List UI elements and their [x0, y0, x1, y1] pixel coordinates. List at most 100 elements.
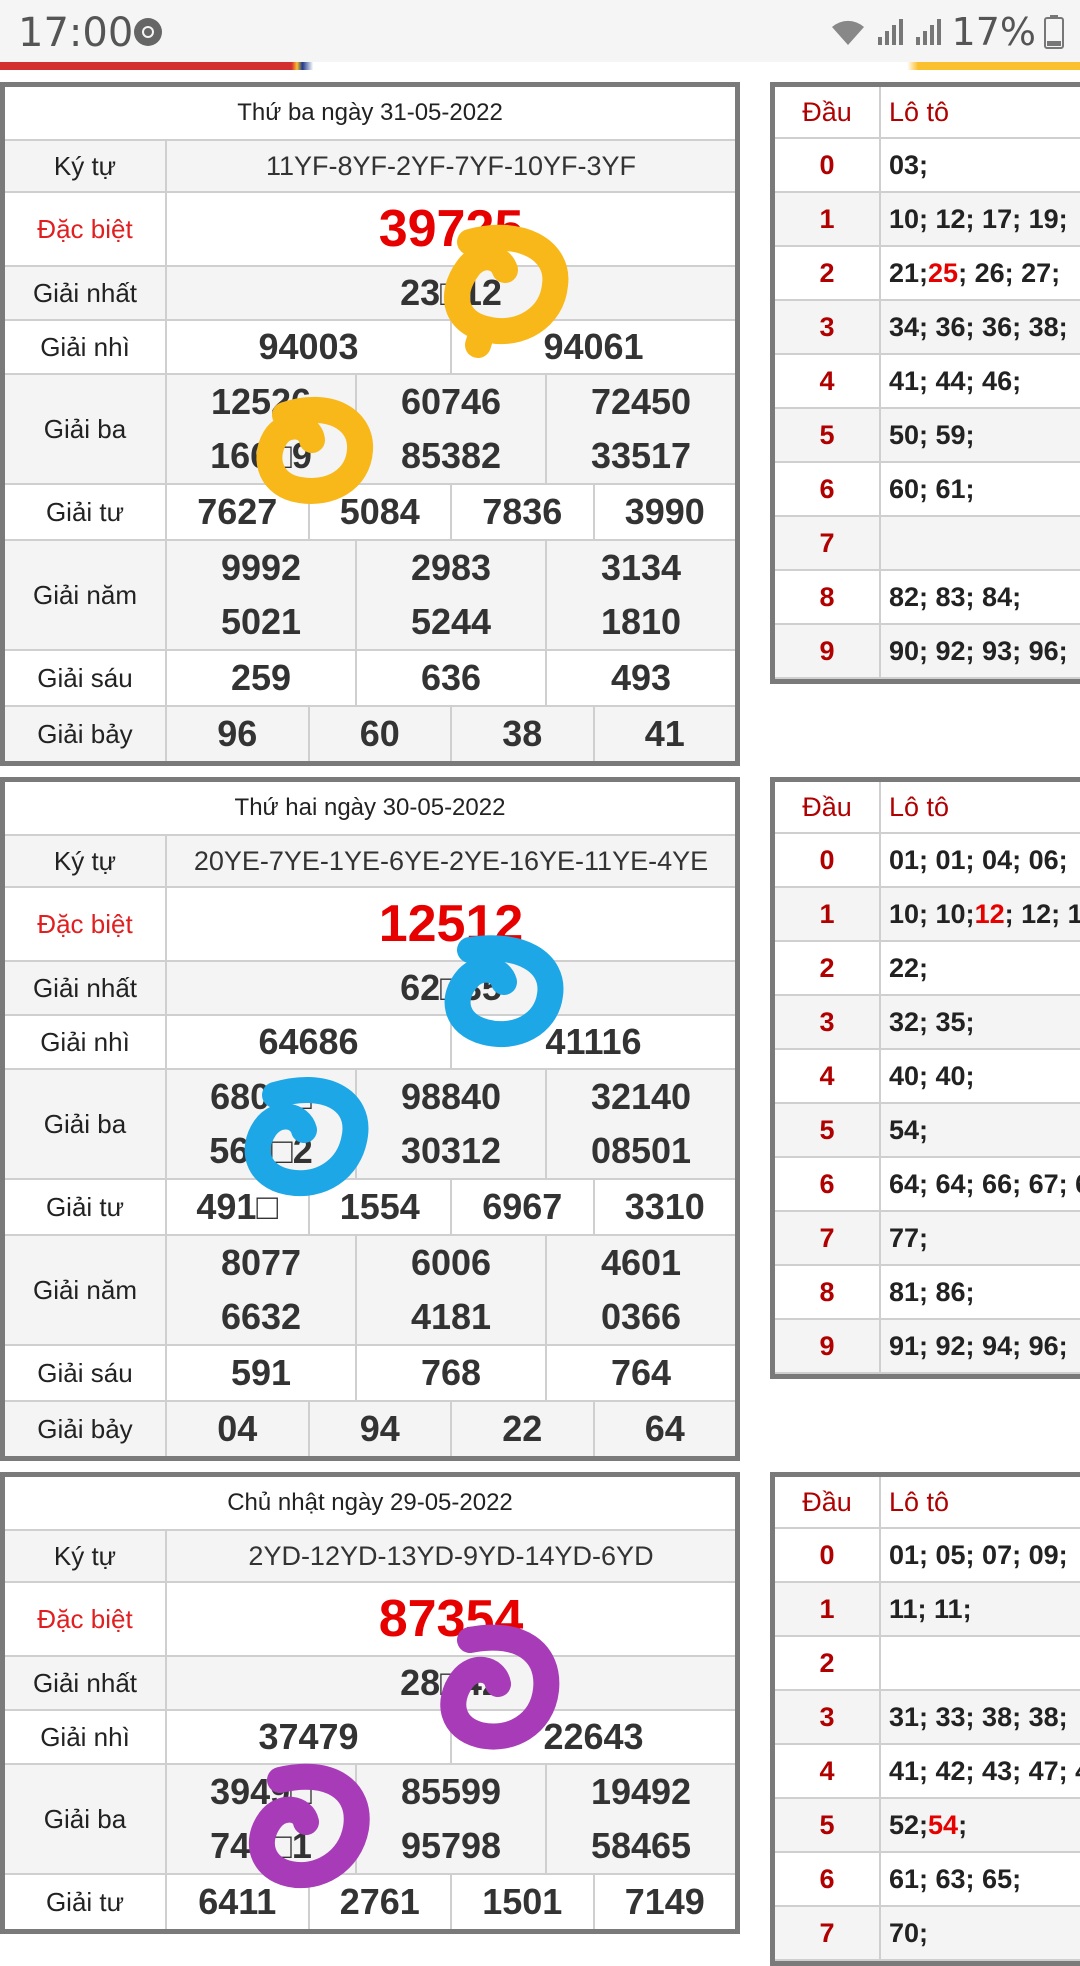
loto-text: 21;	[889, 257, 929, 288]
giai-nam-value: 2983	[357, 541, 547, 595]
label-giai-sau: Giải sáu	[5, 1346, 167, 1400]
loto-row: 8 82; 83; 84;	[775, 571, 1080, 625]
loto-text: 11; 11;	[889, 1593, 972, 1624]
giai-nam-value: 6006	[357, 1236, 547, 1290]
label-dac-biet: Đặc biệt	[5, 1583, 167, 1655]
loto-values: 10; 12; 17; 19;	[881, 193, 1080, 245]
loto-row: 5 50; 59;	[775, 409, 1080, 463]
loto-values: 77;	[881, 1212, 1080, 1264]
giai-nam-value: 5021	[167, 595, 357, 649]
loto-row: 4 40; 40;	[775, 1050, 1080, 1104]
giai-tu-value: 6411	[167, 1875, 310, 1929]
dau-digit: 6	[775, 1853, 881, 1905]
giai-sau-value: 591	[167, 1346, 357, 1400]
loto-values: 61; 63; 65;	[881, 1853, 1080, 1905]
loto-row: 7	[775, 517, 1080, 571]
giai-nhi-value: 94003	[167, 321, 452, 373]
battery-percent: 17%	[951, 10, 1036, 54]
loto-text: 40; 40;	[889, 1060, 975, 1091]
loto-row: 3 34; 36; 36; 38;	[775, 301, 1080, 355]
loto-row: 6 64; 64; 66; 67; 6	[775, 1158, 1080, 1212]
loto-text: 41; 42; 43; 47; 4	[889, 1755, 1080, 1786]
dau-digit: 7	[775, 1212, 881, 1264]
loto-text: 31; 33; 38; 38;	[889, 1701, 1068, 1732]
loto-row: 3 31; 33; 38; 38;	[775, 1691, 1080, 1745]
giai-ba-value: 98840	[357, 1070, 547, 1124]
loto-row: 7 77;	[775, 1212, 1080, 1266]
giai-nhi-value: 64686	[167, 1016, 452, 1068]
giai-sau-value: 764	[610, 1352, 672, 1393]
loto-values: 11; 11;	[881, 1583, 1080, 1635]
giai-nam-value: 4181	[357, 1290, 547, 1344]
label-giai-ba: Giải ba	[5, 1765, 167, 1873]
dau-header: Đầu	[775, 1477, 881, 1527]
giai-sau-value: 768	[357, 1346, 547, 1400]
loto-text: 22;	[889, 952, 929, 983]
loto-row: 0 01; 05; 07; 09;	[775, 1529, 1080, 1583]
label-giai-bay: Giải bảy	[5, 707, 167, 761]
loto-values: 01; 05; 07; 09;	[881, 1529, 1080, 1581]
ky-tu-value: 2YD-12YD-13YD-9YD-14YD-6YD	[248, 1540, 654, 1571]
loto-text: 54;	[889, 1114, 929, 1145]
dau-header: Đầu	[775, 87, 881, 137]
label-giai-nhat: Giải nhất	[5, 962, 167, 1014]
giai-ba-value: 33517	[590, 435, 692, 476]
label-ky-tu: Ký tự	[5, 836, 167, 886]
results-table: Thứ ba ngày 31-05-2022 Ký tự 11YF-8YF-2YF…	[0, 82, 740, 766]
giai-bay-value: 41	[644, 713, 685, 754]
dau-digit: 1	[775, 193, 881, 245]
loto-values: 54;	[881, 1104, 1080, 1156]
giai-bay-value: 96	[167, 707, 310, 761]
loto-text: 90; 92; 93; 96;	[889, 635, 1068, 666]
loto-values: 90; 92; 93; 96;	[881, 625, 1080, 677]
giai-ba-value: 166□9	[167, 429, 357, 483]
loto-values: 34; 36; 36; 38;	[881, 301, 1080, 353]
giai-ba-value: 85382	[357, 429, 547, 483]
giai-ba-value: 85599	[357, 1765, 547, 1819]
loto-row: 9 91; 92; 94; 96;	[775, 1320, 1080, 1374]
label-giai-ba: Giải ba	[5, 375, 167, 483]
loto-row: 4 41; 42; 43; 47; 4	[775, 1745, 1080, 1799]
giai-nhi-value: 94061	[543, 326, 644, 367]
loto-text: 10; 10;	[889, 898, 975, 929]
loto-values	[881, 517, 1080, 569]
loto-table: Đầu Lô tô 0 03; 1 10; 12; 17; 19; 2 21; 25; 26…	[770, 82, 1080, 684]
label-dac-biet: Đặc biệt	[5, 888, 167, 960]
giai-tu-value: 491□	[167, 1180, 310, 1234]
loto-text: 01; 01; 04; 06;	[889, 844, 1068, 875]
giai-nhat-value: 23□12	[400, 272, 502, 313]
giai-tu-value: 1554	[310, 1180, 452, 1234]
loto-values: 21; 25; 26; 27;	[881, 247, 1080, 299]
dau-digit: 3	[775, 996, 881, 1048]
label-giai-tu: Giải tư	[5, 1180, 167, 1234]
loto-text: 60; 61;	[889, 473, 975, 504]
loto-row: 1 11; 11;	[775, 1583, 1080, 1637]
giai-nam-value: 1810	[600, 601, 682, 642]
giai-nam-value: 9992	[167, 541, 357, 595]
loto-text: 82; 83; 84;	[889, 581, 1022, 612]
label-ky-tu: Ký tự	[5, 1531, 167, 1581]
loto-text: ; 12; 1	[1004, 898, 1080, 929]
date-header: Chủ nhật ngày 29-05-2022	[5, 1477, 735, 1531]
giai-sau-value: 493	[610, 657, 672, 698]
giai-tu-value: 3310	[624, 1186, 705, 1227]
loto-values: 31; 33; 38; 38;	[881, 1691, 1080, 1743]
dau-digit: 7	[775, 517, 881, 569]
status-icons: 17%	[828, 10, 1064, 54]
loto-values	[881, 1637, 1080, 1689]
dau-digit: 4	[775, 1745, 881, 1797]
loto-row: 8 81; 86;	[775, 1266, 1080, 1320]
giai-tu-value: 7836	[452, 485, 595, 539]
dau-digit: 0	[775, 834, 881, 886]
giai-ba-value: 32140	[590, 1076, 692, 1117]
dau-digit: 4	[775, 355, 881, 407]
dau-digit: 5	[775, 409, 881, 461]
dac-biet-value: 39725	[378, 200, 524, 258]
loto-values: 32; 35;	[881, 996, 1080, 1048]
giai-nhi-value: 37479	[167, 1711, 452, 1763]
loto-text: 70;	[889, 1917, 929, 1948]
loto-text: 61; 63; 65;	[889, 1863, 1022, 1894]
loto-text: 32; 35;	[889, 1006, 975, 1037]
loto-values: 50; 59;	[881, 409, 1080, 461]
chrome-icon	[134, 18, 162, 46]
